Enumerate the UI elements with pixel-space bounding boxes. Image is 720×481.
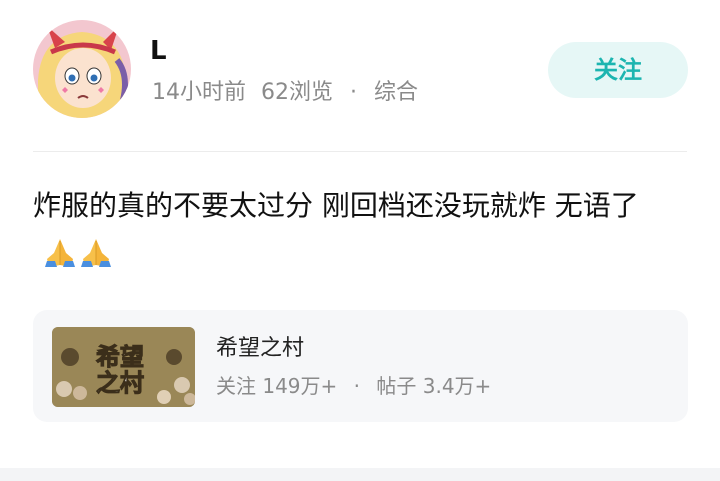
meta-separator: ·	[350, 80, 357, 105]
forum-name: 希望之村	[216, 336, 305, 361]
avatar[interactable]	[33, 20, 131, 118]
emoji-group	[43, 236, 115, 284]
avatar-image	[33, 20, 131, 118]
divider	[33, 151, 687, 152]
follow-button[interactable]: 关注	[548, 42, 688, 98]
post-time: 14小时前	[152, 80, 246, 105]
forum-stats: 关注 149万+ · 帖子 3.4万+	[216, 372, 491, 400]
post-page: L 14小时前 62浏览 · 综合 关注 炸服的真的不要太过分 刚回档还没玩就炸…	[0, 0, 720, 481]
folded-hands-icon	[45, 239, 75, 267]
username[interactable]: L	[150, 36, 167, 66]
forum-post-count: 帖子 3.4万+	[376, 374, 492, 398]
stats-separator: ·	[353, 374, 361, 398]
forum-card[interactable]: 希望之村 希望之村 关注 149万+ · 帖子 3.4万+	[33, 310, 688, 422]
post-body-text: 炸服的真的不要太过分 刚回档还没玩就炸 无语了	[33, 189, 639, 222]
forum-thumbnail-title: 希望之村	[96, 343, 144, 397]
post-content: 炸服的真的不要太过分 刚回档还没玩就炸 无语了	[33, 182, 683, 284]
section-divider	[0, 468, 720, 481]
forum-followers: 关注 149万+	[216, 374, 338, 398]
folded-hands-icon	[81, 239, 111, 267]
view-count: 62浏览	[261, 80, 333, 105]
post-category[interactable]: 综合	[374, 80, 418, 105]
post-meta: 14小时前 62浏览 · 综合	[152, 78, 418, 108]
forum-thumbnail: 希望之村	[52, 327, 195, 407]
